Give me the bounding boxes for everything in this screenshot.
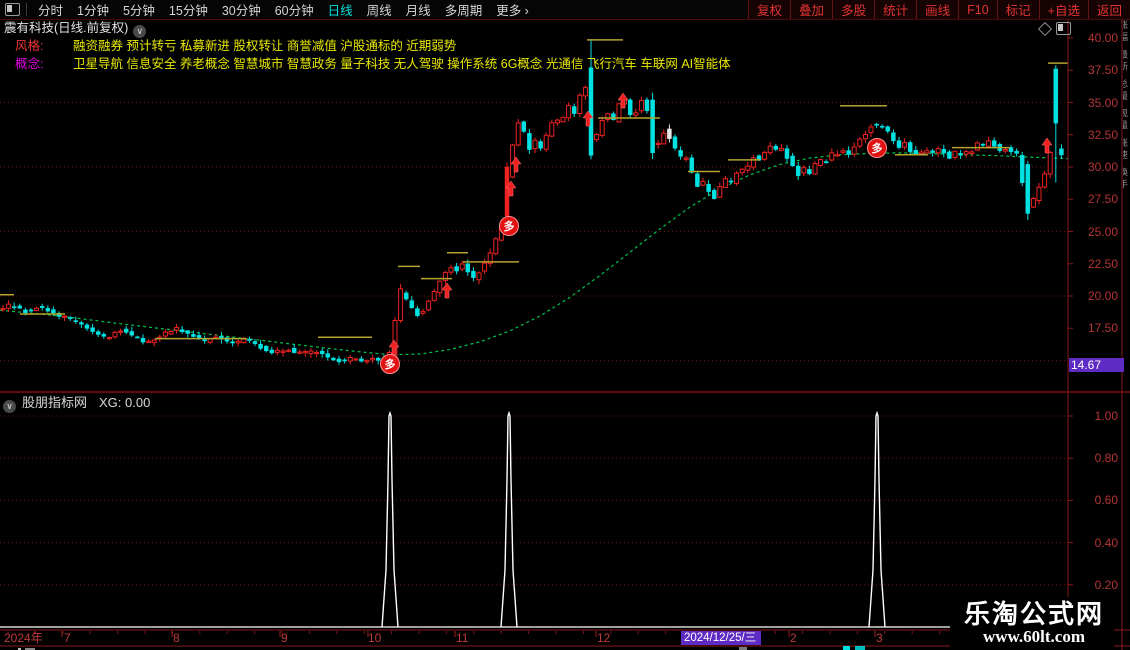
buy-arrow-marker: [441, 282, 453, 299]
badge-glyph: 多: [872, 141, 883, 155]
watermark: 乐淘公式网 www.60lt.com: [949, 597, 1114, 650]
price-axis-label: 37.50: [1087, 63, 1118, 78]
indicator-axis-label: 0.20: [1094, 577, 1118, 592]
indicator-axis-label: 0.80: [1094, 451, 1118, 466]
badge-glyph: 多: [504, 219, 515, 233]
style-tags-row: 风格: 融资融券 预计转亏 私募新进 股权转让 商誉减值 沪股通标的 近期弱势: [15, 39, 456, 54]
concept-tags: 卫星导航 信息安全 养老概念 智慧城市 智慧政务 量子科技 无人驾驶 操作系统 …: [72, 57, 731, 71]
concept-tags-row: 概念: 卫星导航 信息安全 养老概念 智慧城市 智慧政务 量子科技 无人驾驶 操…: [15, 57, 731, 72]
price-axis-label: 32.50: [1087, 127, 1118, 142]
concept-label: 概念:: [15, 57, 44, 71]
badge-glyph: 多: [385, 357, 396, 371]
chevron-down-icon[interactable]: ∨: [3, 400, 16, 413]
tdx-window: 多多多 分时 1分钟 5分钟 15分钟 30分钟 60分钟 日线 周线 月线 多周期 更多 › 复权…: [0, 0, 1130, 650]
price-axis-label: 27.50: [1087, 192, 1118, 207]
indicator-axis-label: 1.00: [1094, 409, 1118, 423]
price-axis-label: 17.50: [1087, 321, 1118, 336]
price-axis-label: 40.00: [1087, 31, 1118, 45]
title-corner-icons: [1037, 21, 1071, 36]
date-axis-label: 8: [173, 631, 180, 645]
date-axis-label: 2: [790, 631, 797, 645]
chart-title-row: 震有科技(日线.前复权) ∨: [4, 21, 147, 38]
panel-toggle-icon[interactable]: [1056, 22, 1071, 35]
price-axis-label: 20.00: [1087, 289, 1118, 303]
indicator-spike: [381, 410, 399, 628]
price-axis-label: 30.00: [1087, 160, 1118, 174]
date-axis-label: 11: [456, 631, 469, 645]
diamond-icon[interactable]: [1037, 21, 1053, 36]
style-label: 风格:: [15, 39, 44, 53]
date-axis-label: 10: [368, 631, 382, 645]
indicator-value: XG: 0.00: [99, 395, 151, 410]
indicator-name: 股朋指标网: [22, 395, 88, 410]
indicator-axis-label: 0.60: [1094, 493, 1118, 508]
indicator-spike: [868, 410, 886, 628]
price-axis-label: 35.00: [1087, 95, 1118, 110]
chart-canvas[interactable]: 多多多: [0, 0, 1130, 650]
date-axis-label: 12: [597, 631, 611, 645]
chevron-down-icon[interactable]: ∨: [133, 25, 147, 38]
price-axis-label: 22.50: [1087, 256, 1118, 271]
min-price-tag: 14.67: [1069, 358, 1124, 372]
watermark-site-name: 乐淘公式网: [963, 599, 1104, 629]
indicator-header: ∨ 股朋指标网 XG: 0.00: [3, 395, 150, 413]
date-axis-label: 2024年: [4, 631, 43, 645]
right-edge-strip[interactable]: 涨幅 最新 总量 现量 涨速 换手: [1123, 20, 1130, 648]
indicator-spike: [500, 410, 518, 628]
style-tags: 融资融券 预计转亏 私募新进 股权转让 商誉减值 沪股通标的 近期弱势: [72, 39, 457, 53]
date-axis-label: 3: [876, 631, 883, 645]
price-axis-label: 25.00: [1087, 224, 1118, 239]
date-axis-label: 7: [64, 631, 71, 645]
date-axis-label: 9: [281, 631, 288, 645]
indicator-axis-label: 0.40: [1094, 535, 1118, 550]
watermark-url: www.60lt.com: [983, 627, 1085, 646]
chart-title: 震有科技(日线.前复权): [4, 21, 129, 35]
buy-arrow-marker: [1041, 137, 1053, 154]
crosshair-date-tag: 2024/12/25/三: [681, 631, 761, 645]
